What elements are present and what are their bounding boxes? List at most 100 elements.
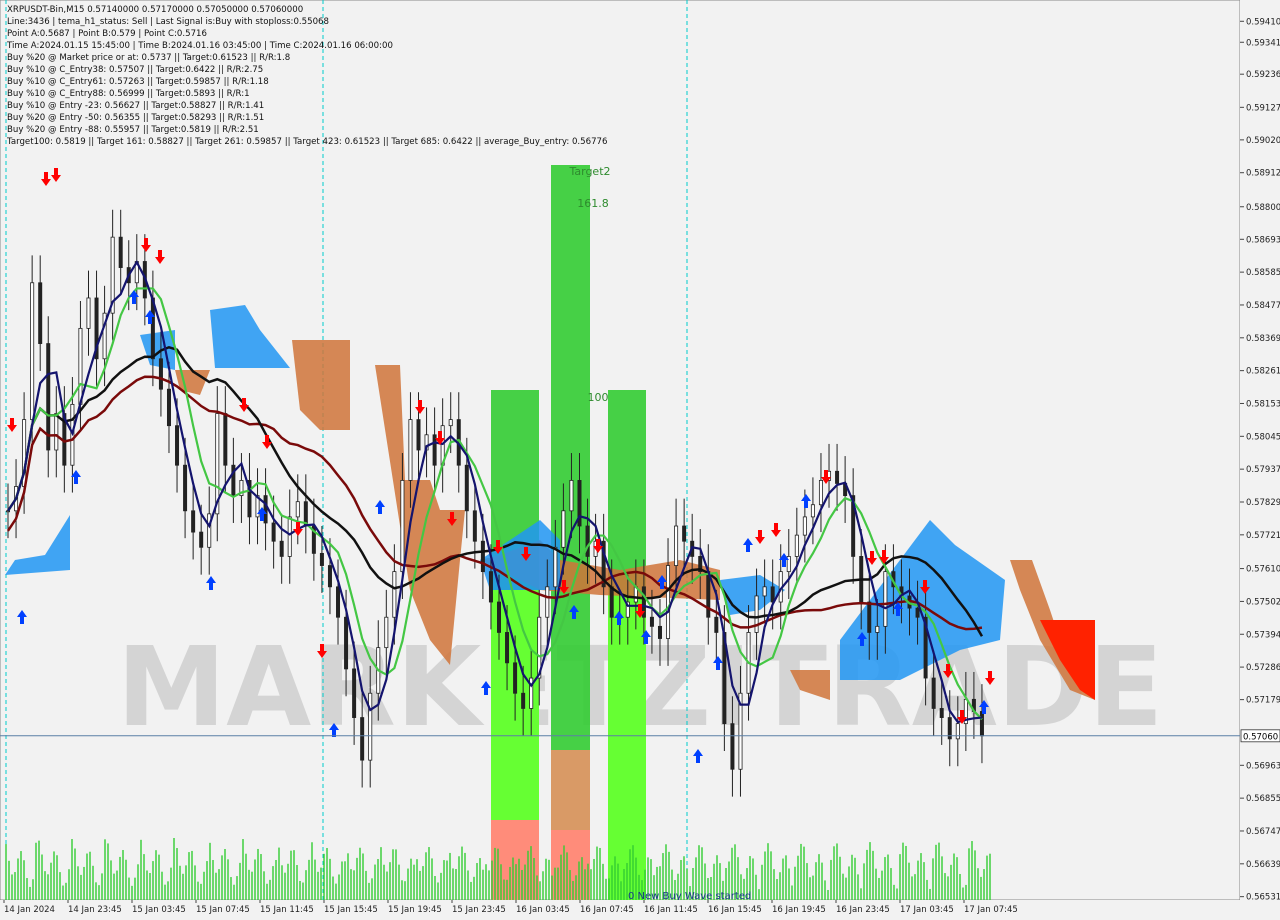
candle-body — [166, 388, 171, 427]
candle-body — [279, 540, 284, 557]
candle-body — [794, 534, 799, 557]
x-axis-tick-label: 15 Jan 07:45 — [196, 905, 250, 915]
candle-body — [770, 586, 775, 603]
candle-body — [931, 677, 936, 709]
candle-body — [666, 565, 671, 639]
candle-body — [480, 540, 485, 573]
y-axis-tick-label: 0.56747 — [1246, 827, 1280, 837]
candle-body — [30, 282, 35, 420]
y-axis-tick-label: 0.56963 — [1246, 761, 1280, 771]
x-axis-tick-label: 17 Jan 03:45 — [900, 905, 954, 915]
candle-body — [175, 425, 180, 466]
y-axis-tick-label: 0.58585 — [1246, 268, 1280, 278]
candle-body — [521, 692, 526, 709]
candle-body — [979, 711, 984, 737]
candle-body — [368, 692, 373, 761]
y-axis-tick-label: 0.56855 — [1246, 794, 1280, 804]
candle-body — [54, 413, 59, 451]
x-axis-tick-label: 16 Jan 23:45 — [836, 905, 890, 915]
candle-body — [818, 480, 823, 506]
candle-body — [754, 595, 759, 633]
x-axis-tick-label: 15 Jan 23:45 — [452, 905, 506, 915]
candle-body — [505, 632, 510, 664]
candle-body — [730, 723, 735, 770]
candle-body — [875, 625, 880, 633]
candle-body — [939, 708, 944, 718]
y-axis-tick-label: 0.58369 — [1246, 334, 1280, 344]
x-axis-tick-label: 14 Jan 2024 — [4, 905, 55, 915]
candle-body — [319, 552, 324, 566]
candle-body — [158, 358, 163, 390]
candle-body — [609, 586, 614, 618]
candle-body — [472, 510, 477, 542]
candle-body — [327, 565, 332, 588]
candle-body — [344, 616, 349, 670]
price-chart[interactable]: MARKETZITRADETarget2161.81000 New Buy Wa… — [0, 0, 1280, 920]
y-axis-tick-label: 0.58261 — [1246, 367, 1280, 377]
candle-body — [223, 413, 228, 466]
y-axis-tick-label: 0.59410 — [1246, 17, 1280, 27]
candle-body — [400, 480, 405, 573]
candle-body — [78, 327, 83, 405]
candle-body — [682, 525, 687, 542]
x-axis-tick-label: 15 Jan 11:45 — [260, 905, 314, 915]
candle-body — [488, 571, 493, 603]
candle-body — [585, 525, 590, 557]
candle-body — [513, 662, 518, 694]
x-axis-tick-label: 15 Jan 03:45 — [132, 905, 186, 915]
y-axis-tick-label: 0.56639 — [1246, 860, 1280, 870]
x-axis-tick-label: 14 Jan 23:45 — [68, 905, 122, 915]
y-axis-tick-label: 0.57502 — [1246, 597, 1280, 607]
candle-body — [191, 510, 196, 533]
y-axis-tick-label: 0.57829 — [1246, 498, 1280, 508]
y-axis-tick-label: 0.59127 — [1246, 103, 1280, 113]
y-axis-tick-label: 0.57610 — [1246, 565, 1280, 575]
y-axis-tick-label: 0.58800 — [1246, 203, 1280, 213]
y-axis-tick-label: 0.57937 — [1246, 465, 1280, 475]
candle-body — [352, 668, 357, 718]
x-axis-tick-label: 16 Jan 19:45 — [772, 905, 826, 915]
x-axis-tick-label: 16 Jan 03:45 — [516, 905, 570, 915]
y-axis-tick-label: 0.59341 — [1246, 38, 1280, 48]
candle-body — [416, 419, 421, 451]
fib-level-label: Target2 — [568, 165, 610, 178]
candle-body — [271, 522, 276, 542]
y-axis-tick-label: 0.58045 — [1246, 432, 1280, 442]
candle-body — [464, 464, 469, 512]
x-axis-tick-label: 16 Jan 11:45 — [644, 905, 698, 915]
candle-body — [118, 236, 123, 268]
candle-body — [674, 525, 679, 566]
fib-level-label: 161.8 — [577, 197, 609, 210]
candle-body — [553, 546, 558, 588]
y-axis-tick-label: 0.57179 — [1246, 696, 1280, 706]
y-axis-tick-label: 0.57286 — [1246, 663, 1280, 673]
candle-body — [336, 586, 341, 618]
x-axis-tick-label: 17 Jan 07:45 — [964, 905, 1018, 915]
candle-body — [408, 419, 413, 481]
candle-body — [199, 531, 204, 548]
candle-body — [86, 297, 91, 329]
candle-body — [384, 616, 389, 649]
x-axis-panel — [0, 900, 1280, 920]
candle-body — [448, 419, 453, 427]
candle-body — [706, 571, 711, 618]
candle-body — [810, 504, 815, 518]
y-axis-tick-label: 0.58693 — [1246, 235, 1280, 245]
candle-body — [432, 434, 437, 466]
fib-level-label: 100 — [588, 391, 609, 404]
candle-body — [649, 616, 654, 627]
candle-body — [835, 470, 840, 484]
current-price-label: 0.57060 — [1243, 732, 1278, 742]
y-axis-tick-label: 0.57394 — [1246, 630, 1280, 640]
candle-body — [883, 571, 888, 627]
y-axis-tick-label: 0.58912 — [1246, 169, 1280, 179]
candle-body — [263, 495, 268, 524]
candle-body — [867, 601, 872, 633]
candle-body — [392, 571, 397, 618]
candle-body — [915, 607, 920, 618]
y-axis-tick-label: 0.58477 — [1246, 301, 1280, 311]
candle-body — [183, 464, 188, 512]
candle-body — [714, 616, 719, 633]
chart-window: MARKETZITRADETarget2161.81000 New Buy Wa… — [0, 0, 1280, 920]
x-axis-tick-label: 16 Jan 07:45 — [580, 905, 634, 915]
